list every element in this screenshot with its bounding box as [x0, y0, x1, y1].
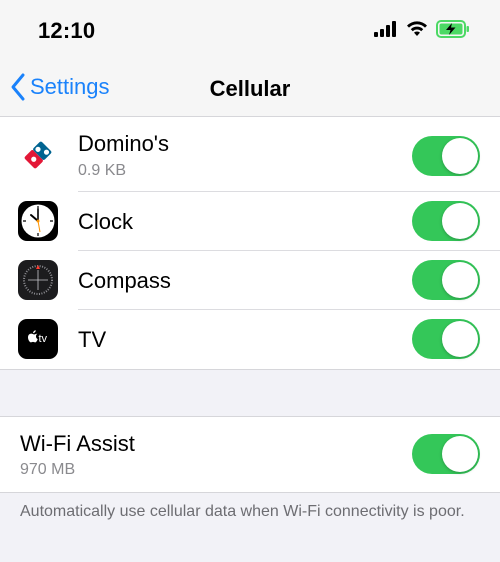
wifi-icon: [407, 21, 427, 36]
status-bar: 12:10: [0, 0, 500, 62]
list-item-compass: Compass: [0, 251, 500, 310]
wifi-assist-description: Automatically use cellular data when Wi-…: [20, 503, 465, 520]
app-name: Clock: [78, 209, 134, 234]
page-title: Cellular: [209, 76, 291, 101]
wifi-assist-data-usage: 970 MB: [20, 461, 76, 478]
tv-cellular-toggle[interactable]: [412, 319, 480, 359]
wifi-assist-label: Wi-Fi Assist: [20, 431, 135, 456]
wifi-assist-row: Wi-Fi Assist 970 MB: [0, 417, 500, 492]
clock-icon: [18, 201, 58, 241]
list-item-clock: Clock: [0, 192, 500, 251]
dominos-cellular-toggle[interactable]: [412, 136, 480, 176]
apple-tv-icon: tv: [18, 319, 58, 359]
app-name: Domino's: [78, 131, 170, 156]
app-cellular-list: Domino's 0.9 KB Clock Compass tv TV: [0, 117, 500, 370]
clock-cellular-toggle[interactable]: [412, 201, 480, 241]
svg-text:tv: tv: [39, 333, 48, 345]
navigation-bar: Settings Cellular: [0, 62, 500, 117]
dominos-icon: [18, 135, 58, 175]
app-data-usage: 0.9 KB: [78, 162, 127, 179]
status-icons: [374, 20, 470, 38]
app-name: Compass: [78, 268, 171, 293]
compass-cellular-toggle[interactable]: [412, 260, 480, 300]
battery-charging-icon: [436, 20, 469, 38]
cellular-signal-icon: [374, 21, 396, 37]
list-item-tv: tv TV: [0, 310, 500, 369]
list-item-dominos: Domino's 0.9 KB: [0, 117, 500, 192]
compass-icon: [18, 260, 58, 300]
status-time: 12:10: [38, 18, 96, 43]
app-name: TV: [78, 327, 107, 352]
wifi-assist-group: Wi-Fi Assist 970 MB: [0, 416, 500, 493]
wifi-assist-toggle[interactable]: [412, 434, 480, 474]
